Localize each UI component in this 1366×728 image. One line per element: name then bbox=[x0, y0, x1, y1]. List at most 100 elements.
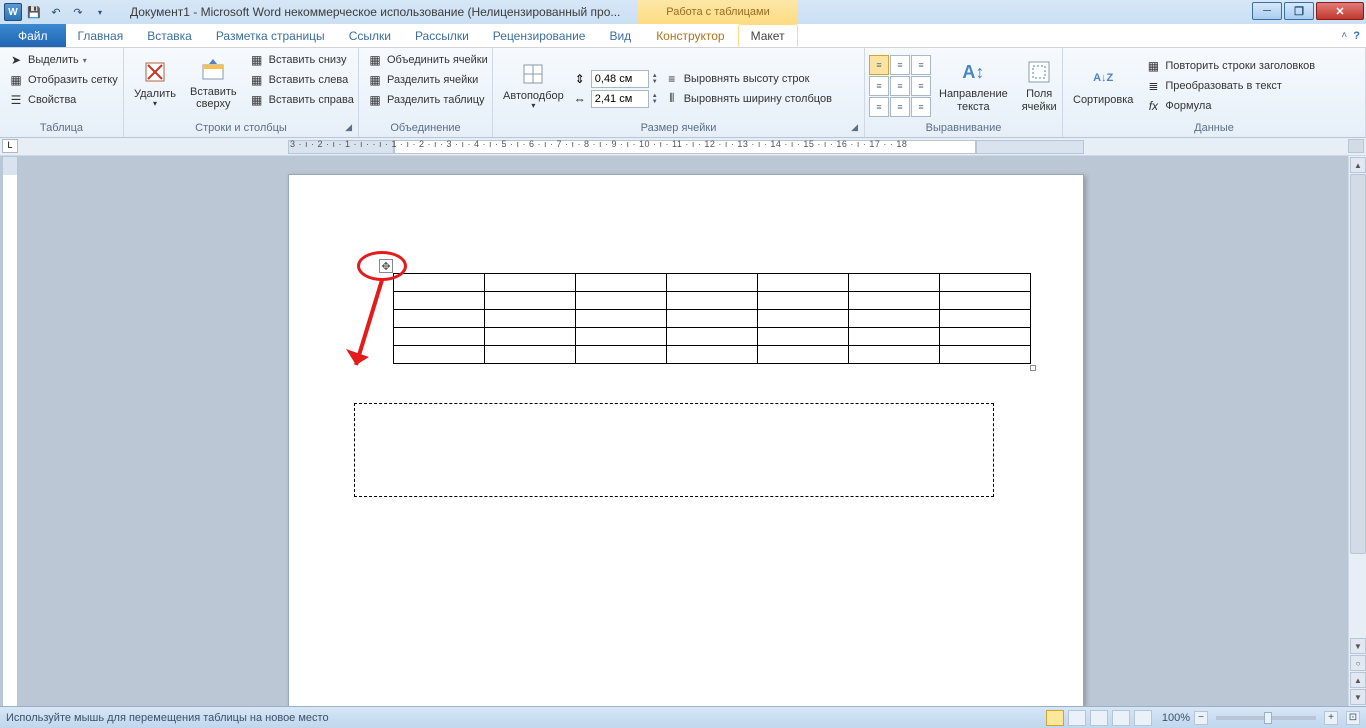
table-cell[interactable] bbox=[849, 346, 940, 364]
insert-left-button[interactable]: ▦Вставить слева bbox=[245, 70, 358, 90]
table-cell[interactable] bbox=[667, 292, 758, 310]
scroll-up-icon[interactable]: ▲ bbox=[1350, 157, 1366, 173]
row-height-input[interactable] bbox=[591, 70, 649, 88]
document-scroll[interactable]: ✥ bbox=[20, 156, 1344, 706]
minimize-button[interactable]: ─ bbox=[1252, 2, 1282, 20]
table-cell[interactable] bbox=[667, 328, 758, 346]
tab-review[interactable]: Рецензирование bbox=[481, 24, 598, 47]
tab-table-design[interactable]: Конструктор bbox=[643, 24, 737, 47]
table-cell[interactable] bbox=[940, 274, 1031, 292]
delete-button[interactable]: Удалить▾ bbox=[128, 50, 182, 116]
align-tl[interactable]: ≡ bbox=[869, 55, 889, 75]
vertical-scrollbar[interactable]: ▲ ▼ ○ ▲ ▼ bbox=[1348, 156, 1366, 706]
next-page-icon[interactable]: ▼ bbox=[1350, 689, 1366, 705]
show-gridlines-button[interactable]: ▦Отобразить сетку bbox=[4, 70, 122, 90]
table-cell[interactable] bbox=[667, 274, 758, 292]
table-cell[interactable] bbox=[849, 328, 940, 346]
table-cell[interactable] bbox=[485, 292, 576, 310]
table-cell[interactable] bbox=[576, 328, 667, 346]
tab-home[interactable]: Главная bbox=[66, 24, 136, 47]
table-cell[interactable] bbox=[667, 346, 758, 364]
distribute-cols-button[interactable]: ⫴Выровнять ширину столбцов bbox=[660, 89, 836, 109]
save-icon[interactable]: 💾 bbox=[24, 2, 44, 22]
dialog-launcher-icon[interactable]: ◢ bbox=[851, 122, 858, 133]
minimize-ribbon-icon[interactable]: ˄ bbox=[1341, 30, 1347, 41]
align-bl[interactable]: ≡ bbox=[869, 97, 889, 117]
col-width-input[interactable] bbox=[591, 90, 649, 108]
view-outline[interactable] bbox=[1112, 710, 1130, 726]
tab-mailings[interactable]: Рассылки bbox=[403, 24, 481, 47]
view-ruler-toggle[interactable] bbox=[1348, 139, 1364, 153]
file-tab[interactable]: Файл bbox=[0, 24, 66, 47]
table-cell[interactable] bbox=[758, 328, 849, 346]
cell-margins-button[interactable]: Поля ячейки bbox=[1016, 53, 1063, 119]
spinner-arrows[interactable]: ▲▼ bbox=[652, 93, 658, 105]
redo-icon[interactable]: ↷ bbox=[68, 2, 88, 22]
tab-table-layout[interactable]: Макет bbox=[738, 24, 798, 47]
close-button[interactable]: ✕ bbox=[1316, 2, 1364, 20]
select-button[interactable]: ➤Выделить ▾ bbox=[4, 50, 122, 70]
table-cell[interactable] bbox=[940, 328, 1031, 346]
insert-right-button[interactable]: ▦Вставить справа bbox=[245, 90, 358, 110]
browse-object-icon[interactable]: ○ bbox=[1350, 655, 1366, 671]
table-cell[interactable] bbox=[576, 292, 667, 310]
table-cell[interactable] bbox=[849, 274, 940, 292]
table-cell[interactable] bbox=[485, 274, 576, 292]
table-cell[interactable] bbox=[758, 274, 849, 292]
help-icon[interactable]: ? bbox=[1353, 30, 1360, 42]
table-cell[interactable] bbox=[849, 292, 940, 310]
table-cell[interactable] bbox=[485, 346, 576, 364]
page[interactable]: ✥ bbox=[288, 174, 1084, 706]
spinner-arrows[interactable]: ▲▼ bbox=[652, 73, 658, 85]
insert-below-button[interactable]: ▦Вставить снизу bbox=[245, 50, 358, 70]
split-cells-button[interactable]: ▦Разделить ячейки bbox=[363, 70, 492, 90]
align-br[interactable]: ≡ bbox=[911, 97, 931, 117]
table-cell[interactable] bbox=[758, 310, 849, 328]
table-cell[interactable] bbox=[940, 310, 1031, 328]
align-tc[interactable]: ≡ bbox=[890, 55, 910, 75]
tab-insert[interactable]: Вставка bbox=[135, 24, 204, 47]
distribute-rows-button[interactable]: ≡Выровнять высоту строк bbox=[660, 69, 836, 89]
view-draft[interactable] bbox=[1134, 710, 1152, 726]
zoom-in-button[interactable]: + bbox=[1324, 711, 1338, 725]
align-tr[interactable]: ≡ bbox=[911, 55, 931, 75]
view-web-layout[interactable] bbox=[1090, 710, 1108, 726]
align-bc[interactable]: ≡ bbox=[890, 97, 910, 117]
word-table[interactable] bbox=[393, 273, 1031, 364]
zoom-out-button[interactable]: − bbox=[1194, 711, 1208, 725]
table-resize-handle[interactable] bbox=[1030, 365, 1036, 371]
undo-icon[interactable]: ↶ bbox=[46, 2, 66, 22]
vertical-ruler[interactable] bbox=[2, 156, 18, 706]
scroll-down-icon[interactable]: ▼ bbox=[1350, 638, 1366, 654]
align-mr[interactable]: ≡ bbox=[911, 76, 931, 96]
table-cell[interactable] bbox=[758, 292, 849, 310]
row-height-field[interactable]: ⇕▲▼ bbox=[572, 70, 658, 88]
convert-text-button[interactable]: ≣Преобразовать в текст bbox=[1141, 76, 1319, 96]
restore-button[interactable]: ❐ bbox=[1284, 2, 1314, 20]
dialog-launcher-icon[interactable]: ◢ bbox=[345, 122, 352, 133]
table-cell[interactable] bbox=[394, 328, 485, 346]
word-app-icon[interactable]: W bbox=[4, 3, 22, 21]
table-cell[interactable] bbox=[576, 274, 667, 292]
table-cell[interactable] bbox=[667, 310, 758, 328]
table-cell[interactable] bbox=[485, 310, 576, 328]
fit-window-icon[interactable]: ⊡ bbox=[1346, 711, 1360, 725]
horizontal-ruler[interactable]: 3 · ı · 2 · ı · 1 · ı · · ı · 1 · ı · 2 … bbox=[20, 138, 1344, 156]
table-cell[interactable] bbox=[940, 346, 1031, 364]
table-cell[interactable] bbox=[576, 346, 667, 364]
tab-page-layout[interactable]: Разметка страницы bbox=[204, 24, 337, 47]
col-width-field[interactable]: ⇔▲▼ bbox=[572, 90, 658, 108]
scroll-thumb[interactable] bbox=[1350, 174, 1366, 554]
merge-cells-button[interactable]: ▦Объединить ячейки bbox=[363, 50, 492, 70]
table-cell[interactable] bbox=[394, 310, 485, 328]
text-direction-button[interactable]: A↕ Направление текста bbox=[933, 53, 1014, 119]
table-cell[interactable] bbox=[576, 310, 667, 328]
align-mc[interactable]: ≡ bbox=[890, 76, 910, 96]
zoom-slider[interactable] bbox=[1216, 716, 1316, 720]
table-cell[interactable] bbox=[940, 292, 1031, 310]
table-cell[interactable] bbox=[394, 292, 485, 310]
properties-button[interactable]: ☰Свойства bbox=[4, 90, 122, 110]
view-print-layout[interactable] bbox=[1046, 710, 1064, 726]
table-cell[interactable] bbox=[394, 274, 485, 292]
tab-selector[interactable]: L bbox=[2, 139, 18, 153]
